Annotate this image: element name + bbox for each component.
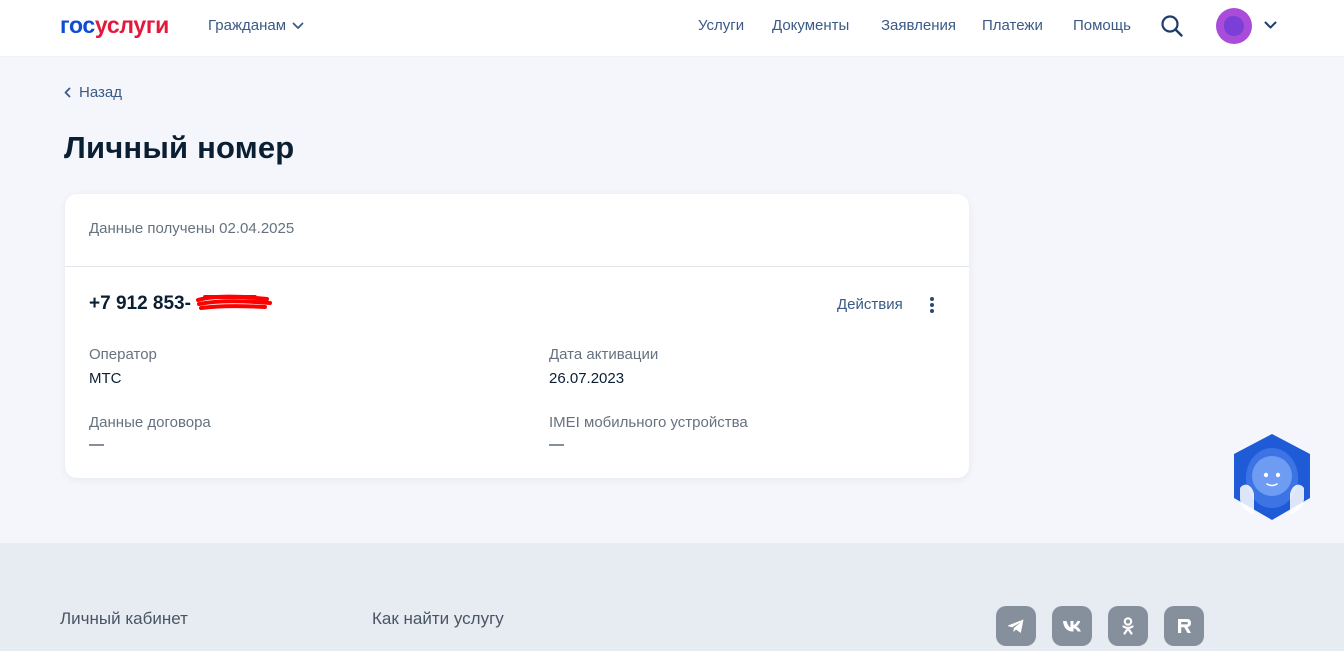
chevron-left-icon — [64, 87, 71, 98]
actions-button[interactable]: Действия — [837, 296, 903, 313]
gosuslugi-logo[interactable]: госуслуги — [60, 12, 169, 38]
header: госуслуги Гражданам Услуги Документы Зая… — [0, 0, 1344, 57]
activation-date-label: Дата активации — [549, 346, 659, 363]
avatar-image — [1224, 16, 1244, 36]
operator-value: МТС — [89, 370, 122, 387]
activation-date-value: 26.07.2023 — [549, 370, 625, 387]
logo-part-uslugi: услуги — [94, 12, 169, 38]
contract-data-label: Данные договора — [89, 414, 211, 431]
nav-services[interactable]: Услуги — [698, 17, 744, 34]
nav-payments[interactable]: Платежи — [982, 17, 1043, 34]
rutube-icon[interactable] — [1164, 606, 1204, 646]
profile-chevron-down-icon[interactable] — [1264, 21, 1277, 30]
footer: Личный кабинет Как найти услугу — [0, 543, 1344, 651]
nav-documents[interactable]: Документы — [772, 17, 849, 34]
contract-data-value: — — [89, 436, 104, 453]
search-icon[interactable] — [1160, 14, 1184, 38]
redaction-scribble — [196, 294, 272, 310]
audience-selector[interactable]: Гражданам — [208, 17, 304, 34]
page-title: Личный номер — [64, 130, 295, 165]
nav-applications[interactable]: Заявления — [881, 17, 956, 34]
imei-value: — — [549, 436, 564, 453]
footer-link-personal-account[interactable]: Личный кабинет — [60, 609, 188, 629]
user-avatar[interactable] — [1216, 8, 1252, 44]
assistant-robot-icon[interactable] — [1230, 432, 1314, 522]
operator-label: Оператор — [89, 346, 157, 363]
phone-number: +7 912 853- — [89, 293, 191, 314]
card-divider — [65, 266, 969, 267]
back-link[interactable]: Назад — [64, 84, 122, 101]
audience-label: Гражданам — [208, 17, 287, 34]
logo-part-gos: гос — [60, 12, 95, 38]
vk-icon[interactable] — [1052, 606, 1092, 646]
chevron-down-icon — [292, 22, 304, 29]
more-options-icon[interactable] — [927, 295, 937, 315]
imei-label: IMEI мобильного устройства — [549, 414, 748, 431]
nav-help[interactable]: Помощь — [1073, 17, 1131, 34]
back-label: Назад — [79, 84, 122, 101]
footer-link-find-service[interactable]: Как найти услугу — [372, 609, 504, 629]
phone-number-card: Данные получены 02.04.2025 +7 912 853- Д… — [65, 194, 969, 478]
telegram-icon[interactable] — [996, 606, 1036, 646]
odnoklassniki-icon[interactable] — [1108, 606, 1148, 646]
data-received-date: Данные получены 02.04.2025 — [89, 220, 295, 237]
